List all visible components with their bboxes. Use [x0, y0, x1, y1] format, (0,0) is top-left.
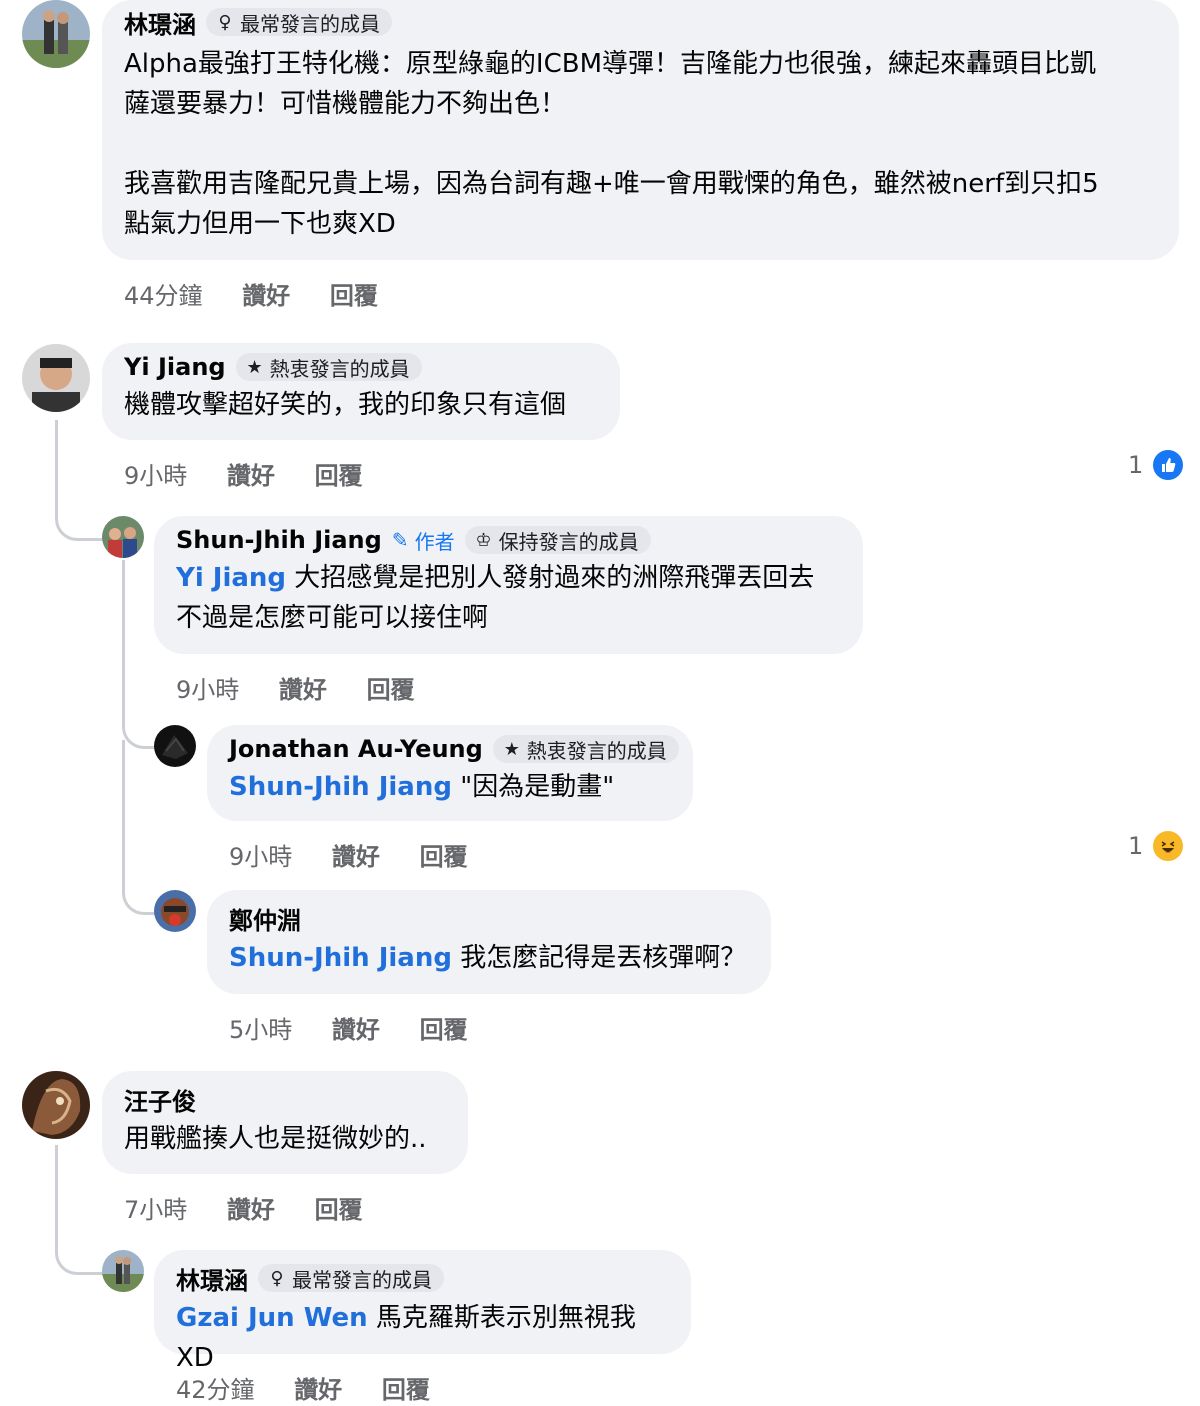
commenter-name[interactable]: Jonathan Au-Yeung: [229, 735, 483, 763]
commenter-name[interactable]: Yi Jiang: [124, 353, 226, 381]
comment-actions: 9小時 讚好 回覆: [124, 456, 395, 491]
commenter-name[interactable]: Shun-Jhih Jiang: [176, 526, 382, 554]
comment-time[interactable]: 9小時: [229, 843, 292, 871]
comment-time[interactable]: 9小時: [124, 462, 187, 490]
like-button[interactable]: 讚好: [242, 282, 290, 310]
haha-icon: [1151, 829, 1186, 863]
reply-button[interactable]: 回覆: [315, 462, 363, 490]
avatar[interactable]: [154, 725, 196, 767]
like-button[interactable]: 讚好: [294, 1376, 342, 1404]
badge-label: 熱衷發言的成員: [526, 738, 667, 763]
comment-text: Shun-Jhih Jiang 我怎麼記得是丟核彈啊？: [229, 938, 749, 978]
thumbs-up-icon: [1151, 448, 1186, 482]
badge-label: 最常發言的成員: [240, 11, 380, 36]
like-button[interactable]: 讚好: [332, 1016, 380, 1044]
comment-bubble: Jonathan Au-Yeung ★ 熱衷發言的成員 Shun-Jhih Ji…: [207, 725, 693, 821]
member-badge[interactable]: ♔ 保持發言的成員: [464, 526, 651, 554]
commenter-name[interactable]: 汪子俊: [124, 1082, 196, 1117]
comment-bubble: 林璟涵 ♀ 最常發言的成員 Gzai Jun Wen 馬克羅斯表示別無視我XD: [154, 1250, 691, 1373]
avatar[interactable]: [22, 344, 90, 412]
badge-label: 最常發言的成員: [292, 1267, 432, 1292]
like-button[interactable]: 讚好: [227, 462, 275, 490]
avatar[interactable]: [102, 516, 144, 558]
comment-time[interactable]: 7小時: [124, 1196, 187, 1224]
comment-time[interactable]: 42分鐘: [176, 1376, 255, 1404]
comment-bubble: Yi Jiang ★ 熱衷發言的成員 機體攻擊超好笑的，我的印象只有這個: [102, 343, 620, 440]
comment-bubble: 鄭仲淵 Shun-Jhih Jiang 我怎麼記得是丟核彈啊？: [207, 890, 771, 994]
like-button[interactable]: 讚好: [332, 843, 380, 871]
mention-link[interactable]: Shun-Jhih Jiang: [229, 772, 452, 802]
trophy-icon: ♔: [475, 529, 492, 551]
thread-line: [122, 740, 155, 915]
comment-bubble: 汪子俊 用戰艦揍人也是挺微妙的..: [102, 1071, 468, 1174]
mention-link[interactable]: Yi Jiang: [176, 563, 286, 593]
comment-body: "因為是動畫": [451, 772, 615, 802]
reply-button[interactable]: 回覆: [420, 1016, 468, 1044]
star-icon: ★: [246, 356, 263, 378]
reaction-count: 1: [1128, 451, 1144, 479]
member-badge[interactable]: ♀ 最常發言的成員: [258, 1264, 444, 1292]
comment-actions: 9小時 讚好 回覆: [229, 837, 500, 872]
avatar[interactable]: [22, 0, 90, 68]
reaction-summary[interactable]: 1: [1128, 829, 1186, 863]
comment-body: 我怎麼記得是丟核彈啊？: [451, 943, 747, 973]
reaction-count: 1: [1128, 832, 1144, 860]
reply-button[interactable]: 回覆: [315, 1196, 363, 1224]
reply-button[interactable]: 回覆: [420, 843, 468, 871]
reply-button[interactable]: 回覆: [382, 1376, 430, 1404]
badge-label: 熱衷發言的成員: [269, 356, 410, 381]
reaction-summary[interactable]: 1: [1128, 448, 1186, 482]
comment-actions: 5小時 讚好 回覆: [229, 1010, 500, 1045]
avatar[interactable]: [154, 890, 196, 932]
thread-line: [122, 560, 155, 749]
reply-button[interactable]: 回覆: [367, 676, 415, 704]
commenter-name[interactable]: 林璟涵: [176, 1261, 248, 1296]
comment-actions: 44分鐘 讚好 回覆: [124, 276, 410, 311]
thread-line: [55, 1145, 106, 1275]
comment-actions: 9小時 讚好 回覆: [176, 670, 447, 705]
comment-bubble: 林璟涵 ♀ 最常發言的成員 Alpha最強打王特化機：原型綠龜的ICBM導彈！吉…: [102, 0, 1179, 260]
top-contributor-icon: ♀: [270, 1267, 284, 1289]
comment-time[interactable]: 9小時: [176, 676, 239, 704]
comment-time[interactable]: 44分鐘: [124, 282, 203, 310]
comment-text: 用戰艦揍人也是挺微妙的..: [124, 1124, 427, 1154]
comment-bubble: Shun-Jhih Jiang ✎ 作者 ♔ 保持發言的成員 Yi Jiang …: [154, 516, 863, 654]
commenter-name[interactable]: 林璟涵: [124, 5, 196, 40]
author-badge[interactable]: ✎ 作者: [392, 526, 455, 555]
like-button[interactable]: 讚好: [227, 1196, 275, 1224]
mention-link[interactable]: Shun-Jhih Jiang: [229, 943, 452, 973]
author-label: 作者: [414, 529, 455, 554]
star-icon: ★: [503, 738, 520, 760]
comment-text: Yi Jiang 大招感覺是把別人發射過來的洲際飛彈丟回去 不過是怎麼可能可以接…: [176, 558, 841, 638]
reply-button[interactable]: 回覆: [330, 282, 378, 310]
mention-link[interactable]: Gzai Jun Wen: [176, 1303, 368, 1333]
member-badge[interactable]: ★ 熱衷發言的成員: [492, 735, 679, 763]
comment-text: Gzai Jun Wen 馬克羅斯表示別無視我XD: [176, 1298, 669, 1378]
member-badge[interactable]: ★ 熱衷發言的成員: [235, 353, 422, 381]
badge-label: 保持發言的成員: [498, 529, 639, 554]
avatar[interactable]: [22, 1071, 90, 1139]
avatar[interactable]: [102, 1250, 144, 1292]
comment-actions: 7小時 讚好 回覆: [124, 1190, 395, 1225]
comment-text: Alpha最強打王特化機：原型綠龜的ICBM導彈！吉隆能力也很強，練起來轟頭目比…: [124, 49, 1099, 239]
like-button[interactable]: 讚好: [279, 676, 327, 704]
thread-line: [55, 420, 106, 541]
pencil-icon: ✎: [391, 528, 409, 552]
member-badge[interactable]: ♀ 最常發言的成員: [206, 8, 392, 36]
comment-time[interactable]: 5小時: [229, 1016, 292, 1044]
top-contributor-icon: ♀: [218, 11, 232, 33]
comment-text: Shun-Jhih Jiang "因為是動畫": [229, 767, 671, 807]
comment-actions: 42分鐘 讚好 回覆: [176, 1370, 462, 1405]
comment-text: 機體攻擊超好笑的，我的印象只有這個: [124, 390, 567, 420]
commenter-name[interactable]: 鄭仲淵: [229, 901, 301, 936]
